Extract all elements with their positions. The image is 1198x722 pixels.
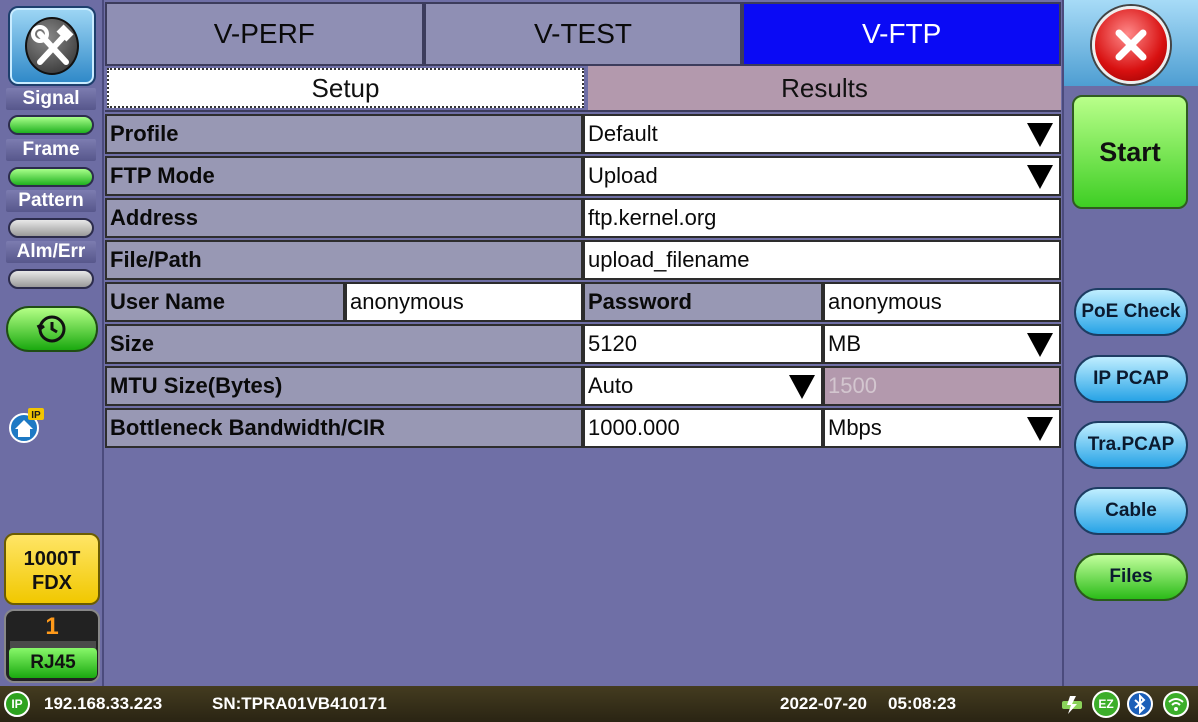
frame-led (8, 167, 94, 187)
password-label: Password (583, 282, 823, 322)
user-name-input[interactable]: anonymous (345, 282, 583, 322)
mtu-value-input: 1500 (823, 366, 1061, 406)
frame-label: Frame (6, 139, 96, 161)
ftp-setup-form: Profile Default FTP Mode Upload Address … (105, 114, 1061, 450)
mtu-label: MTU Size(Bytes) (105, 366, 583, 406)
tab-v-perf[interactable]: V-PERF (105, 2, 424, 66)
subtab-setup[interactable]: Setup (107, 68, 584, 108)
ftp-mode-label: FTP Mode (105, 156, 583, 196)
status-time: 05:08:23 (888, 694, 957, 713)
address-row: Address ftp.kernel.org (105, 198, 1061, 240)
main-tabs: V-PERF V-TEST V-FTP (105, 2, 1062, 66)
pattern-led (8, 218, 94, 238)
ip-pcap-button[interactable]: IP PCAP (1074, 355, 1188, 403)
user-name-label: User Name (105, 282, 345, 322)
password-input[interactable]: anonymous (823, 282, 1061, 322)
ip-status-icon: IP (4, 691, 30, 717)
close-icon (1115, 29, 1147, 61)
dropdown-arrow-icon (1027, 123, 1053, 147)
poe-check-button[interactable]: PoE Check (1074, 288, 1188, 336)
dropdown-arrow-icon (789, 375, 815, 399)
ip-address: 192.168.33.223 (44, 694, 163, 713)
size-label: Size (105, 324, 583, 364)
mtu-value: Auto (588, 373, 634, 398)
cable-button[interactable]: Cable (1074, 487, 1188, 535)
signal-led (8, 115, 94, 135)
mtu-select[interactable]: Auto (583, 366, 823, 406)
files-button[interactable]: Files (1074, 553, 1188, 601)
dropdown-arrow-icon (1027, 333, 1053, 357)
ftp-mode-value: Upload (588, 163, 658, 188)
right-sidebar: Start PoE Check IP PCAP Tra.PCAP Cable F… (1062, 0, 1198, 686)
wifi-icon (1163, 691, 1189, 717)
tra-pcap-button[interactable]: Tra.PCAP (1074, 421, 1188, 469)
ftp-mode-row: FTP Mode Upload (105, 156, 1061, 198)
mtu-row: MTU Size(Bytes) Auto 1500 (105, 366, 1061, 408)
power-plug-icon (1062, 696, 1082, 714)
file-path-label: File/Path (105, 240, 583, 280)
start-button[interactable]: Start (1072, 95, 1188, 209)
profile-label: Profile (105, 114, 583, 154)
tools-button[interactable] (8, 6, 96, 86)
bandwidth-input[interactable]: 1000.000 (583, 408, 823, 448)
left-sidebar: Signal Frame Pattern Alm/Err IP 1000T FD… (0, 0, 104, 686)
pattern-label: Pattern (6, 190, 96, 212)
ez-icon: EZ (1092, 690, 1120, 718)
port-badge[interactable]: 1 RJ45 (4, 609, 100, 683)
close-button[interactable] (1092, 6, 1170, 84)
file-path-input[interactable]: upload_filename (583, 240, 1061, 280)
address-input[interactable]: ftp.kernel.org (583, 198, 1061, 238)
alm-err-label: Alm/Err (6, 241, 96, 263)
file-path-row: File/Path upload_filename (105, 240, 1061, 282)
size-input[interactable]: 5120 (583, 324, 823, 364)
bandwidth-label: Bottleneck Bandwidth/CIR (105, 408, 583, 448)
wrench-hammer-icon (31, 24, 74, 65)
dropdown-arrow-icon (1027, 165, 1053, 189)
subtab-results[interactable]: Results (588, 66, 1061, 110)
serial-number: SN:TPRA01VB410171 (212, 694, 387, 713)
port-number: 1 (45, 613, 59, 640)
sub-tabs: Setup Results (105, 66, 1061, 112)
profile-value: Default (588, 121, 658, 146)
alm-err-led (8, 269, 94, 289)
link-duplex: FDX (32, 572, 72, 594)
history-button[interactable] (6, 306, 98, 352)
tab-v-test[interactable]: V-TEST (423, 2, 743, 66)
status-bar: IP 192.168.33.223 SN:TPRA01VB410171 2022… (0, 686, 1198, 722)
dropdown-arrow-icon (1027, 417, 1053, 441)
size-unit-value: MB (828, 331, 861, 356)
ftp-mode-select[interactable]: Upload (583, 156, 1061, 196)
bandwidth-row: Bottleneck Bandwidth/CIR 1000.000 Mbps (105, 408, 1061, 450)
link-speed-badge[interactable]: 1000T FDX (4, 533, 100, 605)
link-speed: 1000T (23, 548, 81, 570)
bandwidth-unit-value: Mbps (828, 415, 882, 440)
size-unit-select[interactable]: MB (823, 324, 1061, 364)
size-row: Size 5120 MB (105, 324, 1061, 366)
ip-home-icon[interactable]: IP (6, 406, 46, 446)
credentials-row: User Name anonymous Password anonymous (105, 282, 1061, 324)
bandwidth-unit-select[interactable]: Mbps (823, 408, 1061, 448)
signal-label: Signal (6, 88, 96, 110)
tab-v-ftp[interactable]: V-FTP (742, 2, 1062, 66)
address-label: Address (105, 198, 583, 238)
profile-select[interactable]: Default (583, 114, 1061, 154)
profile-row: Profile Default (105, 114, 1061, 156)
bluetooth-icon (1127, 691, 1153, 717)
status-date: 2022-07-20 (780, 694, 867, 713)
svg-text:IP: IP (31, 410, 41, 421)
clock-history-icon (36, 315, 66, 343)
port-type: RJ45 (9, 648, 97, 678)
